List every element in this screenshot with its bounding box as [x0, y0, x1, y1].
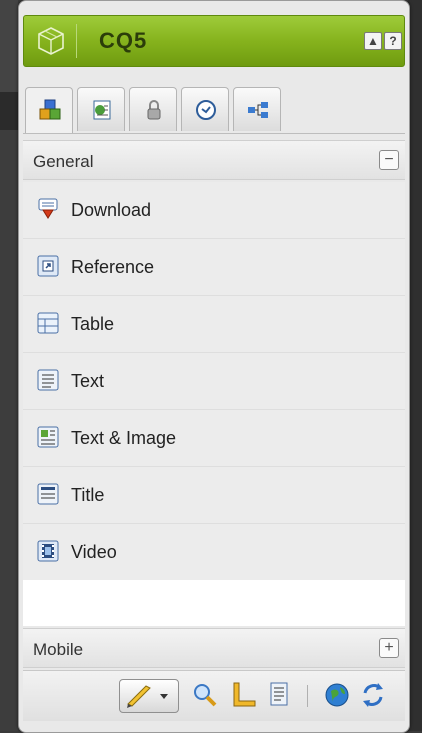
component-label: Text — [71, 371, 105, 391]
component-item-text[interactable]: Text — [23, 353, 405, 410]
download-icon — [38, 198, 58, 219]
preview-page-button[interactable] — [263, 679, 295, 713]
tab-workflow[interactable] — [233, 87, 281, 131]
group-mobile-label: Mobile — [33, 640, 84, 659]
clock-icon — [196, 100, 216, 120]
tab-strip — [23, 77, 405, 134]
expand-toggle-button[interactable]: + — [379, 638, 399, 658]
edit-pencil-icon — [127, 685, 168, 708]
refresh-button[interactable] — [357, 679, 389, 713]
globe-icon — [325, 683, 349, 707]
component-item-title[interactable]: Title — [23, 467, 405, 524]
component-item-download[interactable]: Download — [23, 182, 405, 239]
search-icon — [194, 684, 217, 707]
page-icon — [93, 100, 111, 120]
refresh-icon — [363, 683, 383, 707]
edit-mode-button[interactable] — [119, 679, 179, 713]
tab-components[interactable] — [25, 87, 73, 133]
component-item-table[interactable]: Table — [23, 296, 405, 353]
components-icon — [39, 99, 61, 120]
component-label: Title — [71, 485, 105, 505]
cq-logo-icon — [38, 27, 64, 55]
tab-lock[interactable] — [129, 87, 177, 131]
collapse-toggle-button[interactable]: − — [379, 150, 399, 170]
component-label: Reference — [71, 257, 155, 277]
tab-versioning[interactable] — [181, 87, 229, 131]
preview-page-icon — [270, 682, 288, 706]
tab-page[interactable] — [77, 87, 125, 131]
brand-title: CQ5 — [99, 28, 148, 53]
component-item-video[interactable]: Video — [23, 524, 405, 581]
component-list: Download Reference Table Text Text & Ima… — [23, 182, 405, 581]
reference-icon — [37, 255, 59, 277]
design-mode-button[interactable] — [227, 679, 259, 713]
header-divider — [76, 24, 77, 58]
workflow-icon — [248, 102, 268, 118]
component-label: Video — [71, 542, 117, 562]
preview-search-button[interactable] — [189, 679, 221, 713]
background-right — [408, 0, 422, 731]
toolbar-divider — [307, 685, 308, 707]
text-icon — [37, 369, 59, 391]
list-empty-space — [23, 580, 405, 626]
component-label: Text & Image — [71, 428, 177, 448]
table-icon — [37, 312, 59, 334]
component-item-reference[interactable]: Reference — [23, 239, 405, 296]
group-general-label: General — [33, 152, 94, 171]
site-admin-button[interactable] — [321, 679, 353, 713]
collapse-button[interactable]: ▲ — [364, 32, 382, 50]
group-mobile-header[interactable]: Mobile + — [23, 628, 405, 668]
video-icon — [37, 540, 59, 562]
lock-icon — [147, 100, 161, 120]
text-image-icon — [37, 426, 59, 448]
component-label: Download — [71, 200, 152, 220]
background-left — [0, 0, 18, 731]
sidekick-header[interactable]: CQ5 ▲ ? — [23, 15, 405, 67]
group-general-header[interactable]: General − — [23, 140, 405, 180]
component-item-text-image[interactable]: Text & Image — [23, 410, 405, 467]
title-icon — [37, 483, 59, 505]
bottom-toolbar — [23, 670, 405, 721]
sidekick-panel: CQ5 ▲ ? General − Download Reference Tab… — [18, 0, 410, 733]
help-button[interactable]: ? — [384, 32, 402, 50]
component-label: Table — [71, 314, 115, 334]
design-ruler-icon — [233, 682, 256, 707]
